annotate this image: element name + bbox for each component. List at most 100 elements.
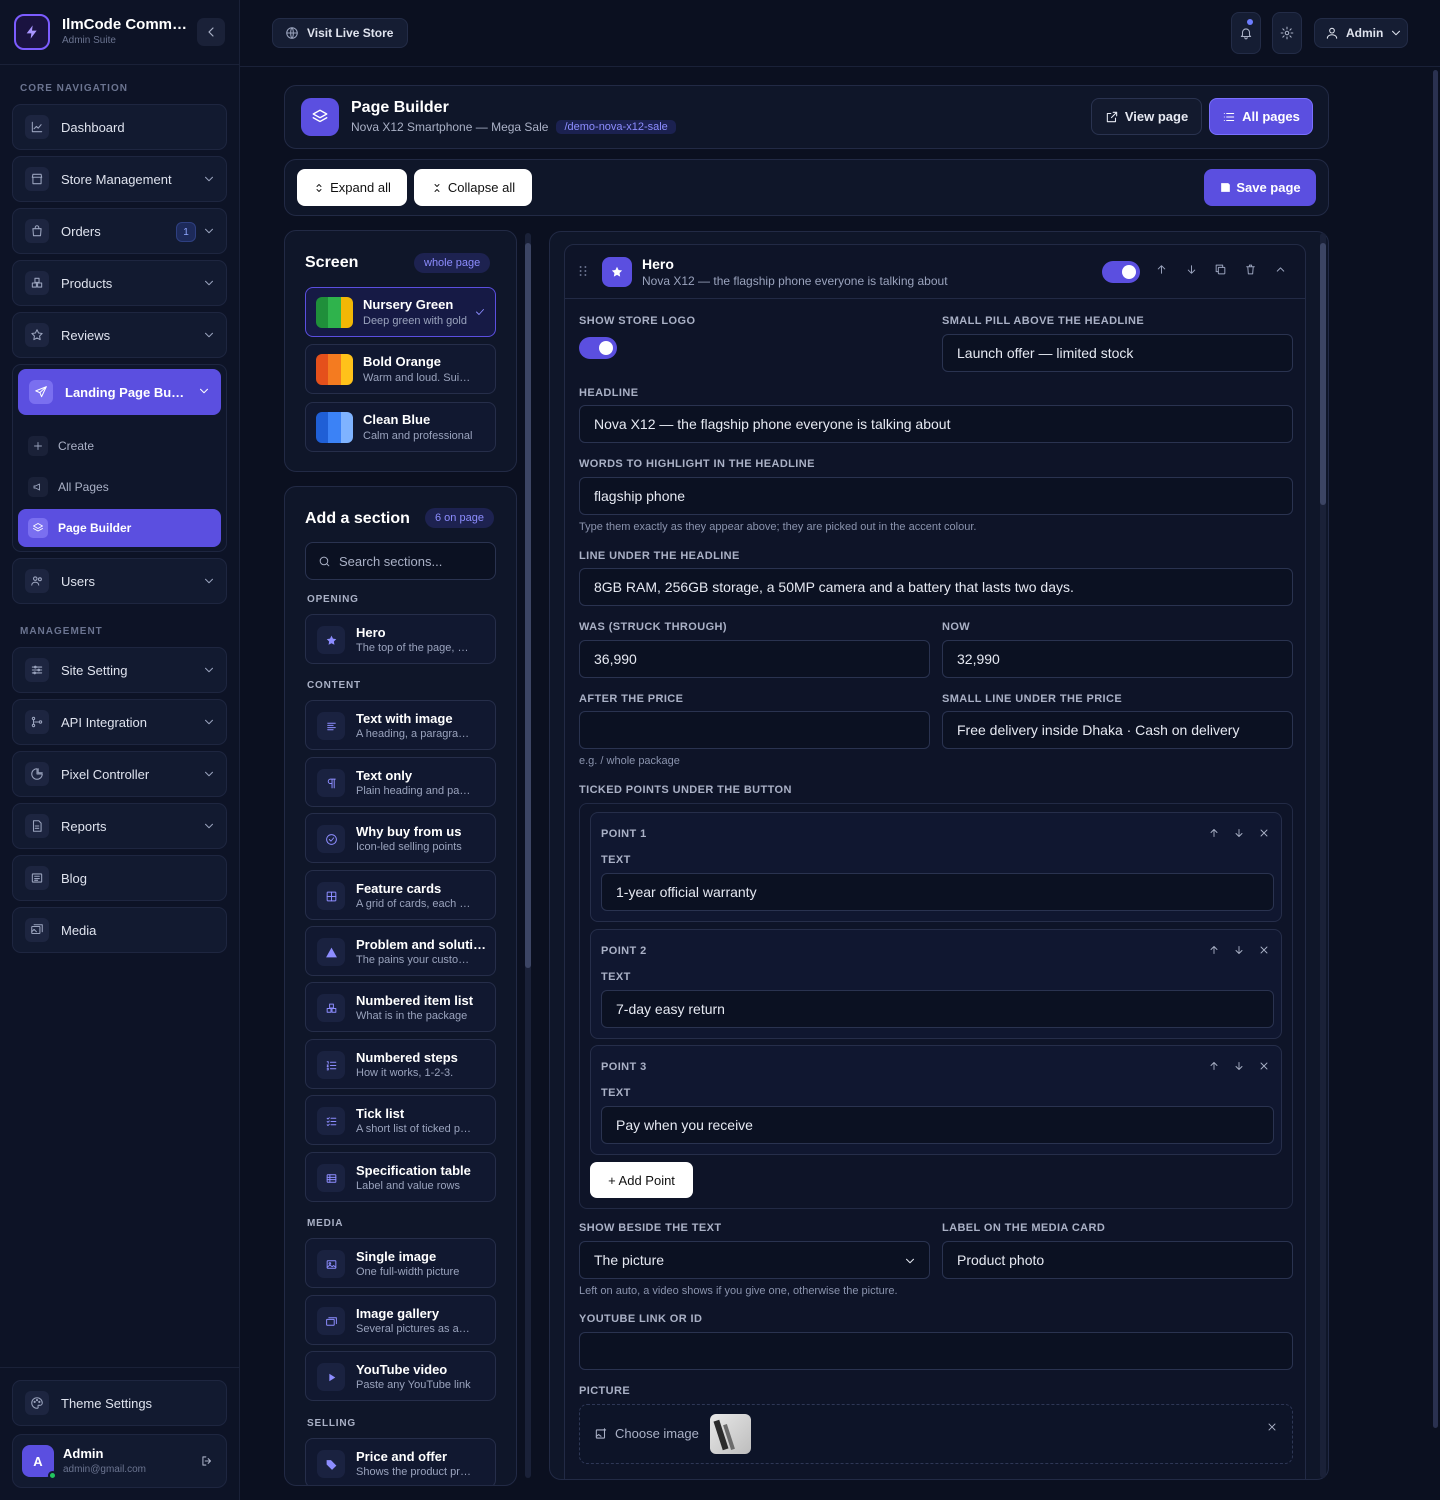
- palette-icon: [25, 1391, 49, 1415]
- small-line-under-price-input[interactable]: Free delivery inside Dhaka · Cash on del…: [942, 711, 1293, 749]
- sidebar-subitem-all-pages[interactable]: All Pages: [18, 468, 221, 506]
- hero-enabled-toggle[interactable]: [1102, 261, 1140, 283]
- collapse-all-button[interactable]: Collapse all: [414, 169, 532, 206]
- section-item-youtube-video[interactable]: YouTube video Paste any YouTube link: [305, 1351, 496, 1401]
- choose-image-button[interactable]: Choose image: [594, 1426, 699, 1441]
- section-item-image-gallery[interactable]: Image gallery Several pictures as a grid: [305, 1295, 496, 1345]
- save-page-button[interactable]: Save page: [1204, 169, 1316, 206]
- bolt-icon: [14, 14, 50, 50]
- close-icon[interactable]: [1258, 827, 1270, 839]
- theme-option-nursery-green[interactable]: Nursery Green Deep green with gold: [305, 287, 496, 337]
- section-item-tick-list[interactable]: Tick list A short list of ticked points: [305, 1095, 496, 1145]
- chevron-up-icon[interactable]: [1274, 263, 1287, 276]
- theme-option-bold-orange[interactable]: Bold Orange Warm and loud. Suits sales: [305, 344, 496, 394]
- sidebar-item-site-setting[interactable]: Site Setting: [12, 647, 227, 693]
- add-section-panel: Add a section 6 on page Search sections.…: [284, 486, 517, 1486]
- theme-option-clean-blue[interactable]: Clean Blue Calm and professional: [305, 402, 496, 452]
- youtube-link-label: YouTube link or ID: [579, 1313, 703, 1325]
- section-item-feature-cards[interactable]: Feature cards A grid of cards, each with…: [305, 870, 496, 920]
- duplicate-icon[interactable]: [1214, 263, 1227, 276]
- picture-label: Picture: [579, 1385, 631, 1397]
- ordered-list-icon: [317, 1051, 345, 1079]
- editor-scrollbar[interactable]: [1320, 233, 1326, 1478]
- section-item-text-with-image[interactable]: Text with image A heading, a paragraph a…: [305, 700, 496, 750]
- section-item-why-buy-from-us[interactable]: Why buy from us Icon-led selling points: [305, 813, 496, 863]
- section-item-price-and-offer[interactable]: Price and offer Shows the product price: [305, 1438, 496, 1485]
- point-text-input[interactable]: 7-day easy return: [601, 990, 1274, 1028]
- sidebar-item-users[interactable]: Users: [12, 558, 227, 604]
- admin-menu-button[interactable]: Admin: [1314, 18, 1408, 48]
- sidebar-item-label: Products: [61, 275, 113, 291]
- sidebar-item-api-integration[interactable]: API Integration: [12, 699, 227, 745]
- sidebar-item-media[interactable]: Media: [12, 907, 227, 953]
- was-price-input[interactable]: 36,990: [579, 640, 930, 678]
- sidebar-item-store-management[interactable]: Store Management: [12, 156, 227, 202]
- section-name: Numbered steps: [356, 1050, 458, 1065]
- move-up-icon[interactable]: [1208, 827, 1220, 839]
- youtube-link-input[interactable]: [579, 1332, 1293, 1370]
- view-page-button[interactable]: View page: [1091, 98, 1202, 135]
- headline-input[interactable]: Nova X12 — the flagship phone everyone i…: [579, 405, 1293, 443]
- line-under-headline-input[interactable]: 8GB RAM, 256GB storage, a 50MP camera an…: [579, 568, 1293, 606]
- close-icon[interactable]: [1258, 1060, 1270, 1072]
- point-text-input[interactable]: 1-year official warranty: [601, 873, 1274, 911]
- section-item-hero[interactable]: Hero The top of the page, with headline: [305, 614, 496, 664]
- page-scrollbar-thumb[interactable]: [1433, 70, 1438, 1428]
- sidebar-item-label: Dashboard: [61, 119, 125, 135]
- section-item-single-image[interactable]: Single image One full-width picture: [305, 1238, 496, 1288]
- visit-live-store-button[interactable]: Visit Live Store: [272, 18, 409, 48]
- sidebar-subitem-create[interactable]: Create: [18, 427, 221, 465]
- move-up-icon[interactable]: [1208, 1060, 1220, 1072]
- move-down-icon[interactable]: [1233, 827, 1245, 839]
- drag-handle-icon[interactable]: [579, 265, 587, 277]
- section-item-numbered-item-list[interactable]: Numbered item list What is in the packag…: [305, 982, 496, 1032]
- section-item-numbered-steps[interactable]: Numbered steps How it works, 1-2-3.: [305, 1039, 496, 1089]
- section-item-text-only[interactable]: Text only Plain heading and paragraph: [305, 757, 496, 807]
- section-search-input[interactable]: Search sections...: [305, 542, 496, 580]
- sidebar-item-landing-page-builder[interactable]: Landing Page Builder: [18, 369, 221, 415]
- close-icon[interactable]: [1266, 1421, 1278, 1433]
- expand-all-button[interactable]: Expand all: [297, 169, 407, 206]
- point-text-input[interactable]: Pay when you receive: [601, 1106, 1274, 1144]
- small-pill-input[interactable]: Launch offer — limited stock: [942, 334, 1293, 372]
- sections-scrollbar[interactable]: [525, 233, 531, 1478]
- sections-scrollbar-thumb[interactable]: [525, 243, 531, 968]
- move-down-icon[interactable]: [1233, 944, 1245, 956]
- bag-icon: [25, 219, 49, 243]
- now-price-input[interactable]: 32,990: [942, 640, 1293, 678]
- editor-scrollbar-thumb[interactable]: [1320, 243, 1326, 505]
- move-down-icon[interactable]: [1233, 1060, 1245, 1072]
- page-scrollbar[interactable]: [1433, 70, 1438, 1428]
- sidebar-item-pixel-controller[interactable]: Pixel Controller: [12, 751, 227, 797]
- section-item-specification-table[interactable]: Specification table Label and value rows: [305, 1152, 496, 1202]
- sidebar-item-reports[interactable]: Reports: [12, 803, 227, 849]
- show-beside-select[interactable]: The picture: [579, 1241, 930, 1279]
- sidebar-item-blog[interactable]: Blog: [12, 855, 227, 901]
- whole-page-badge: whole page: [414, 253, 491, 273]
- move-up-icon[interactable]: [1155, 263, 1168, 276]
- notifications-button[interactable]: [1231, 12, 1261, 54]
- sidebar-item-products[interactable]: Products: [12, 260, 227, 306]
- collapse-sidebar-button[interactable]: [197, 18, 225, 46]
- sidebar-subitem-page-builder[interactable]: Page Builder: [18, 509, 221, 547]
- move-up-icon[interactable]: [1208, 944, 1220, 956]
- section-item-problem-and-solution[interactable]: Problem and solution The pains your cust…: [305, 926, 496, 976]
- close-icon[interactable]: [1258, 944, 1270, 956]
- admin-menu-label: Admin: [1346, 26, 1384, 40]
- all-pages-button[interactable]: All pages: [1209, 98, 1313, 135]
- sidebar-item-reviews[interactable]: Reviews: [12, 312, 227, 358]
- after-price-input[interactable]: [579, 711, 930, 749]
- add-point-button[interactable]: + Add Point: [590, 1162, 693, 1198]
- settings-button[interactable]: [1272, 12, 1302, 54]
- theme-swatch: [316, 297, 353, 328]
- logout-icon[interactable]: [200, 1454, 214, 1468]
- hero-section-header[interactable]: Hero Nova X12 — the flagship phone every…: [565, 245, 1305, 299]
- media-card-label-input[interactable]: Product photo: [942, 1241, 1293, 1279]
- delete-icon[interactable]: [1244, 263, 1257, 276]
- move-down-icon[interactable]: [1185, 263, 1198, 276]
- highlight-words-input[interactable]: flagship phone: [579, 477, 1293, 515]
- show-store-logo-toggle[interactable]: [579, 337, 617, 359]
- sidebar-item-orders[interactable]: Orders 1: [12, 208, 227, 254]
- sidebar-item-theme-settings[interactable]: Theme Settings: [12, 1380, 227, 1426]
- sidebar-item-dashboard[interactable]: Dashboard: [12, 104, 227, 150]
